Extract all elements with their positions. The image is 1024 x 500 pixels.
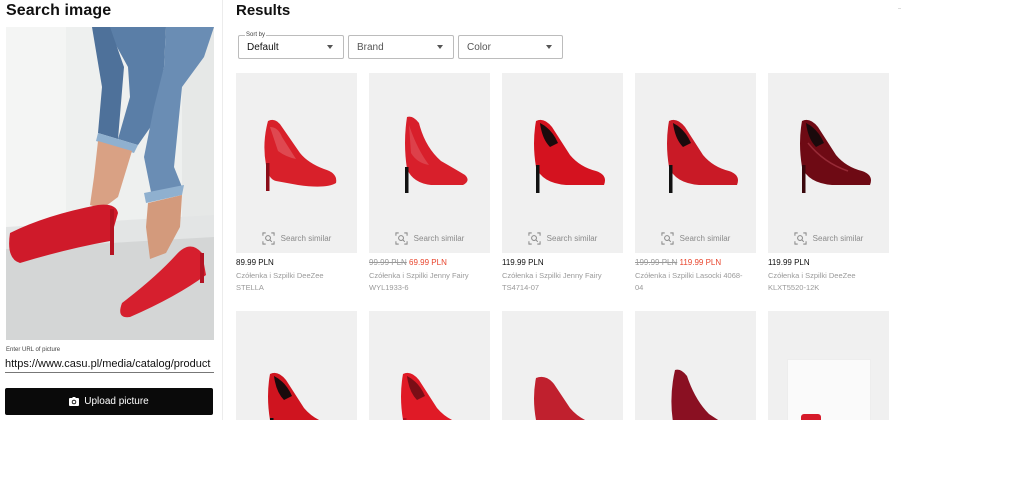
brand-select[interactable]: Brand: [348, 35, 454, 59]
url-label: Enter URL of picture: [6, 347, 61, 353]
product-old-price: 199.99 PLN: [635, 258, 678, 267]
shoe-image: [268, 372, 320, 420]
search-similar-button[interactable]: Search similar: [236, 232, 357, 245]
product-card[interactable]: [768, 311, 889, 420]
product-price: 119.99 PLN: [502, 258, 544, 267]
search-similar-button[interactable]: Search similar: [369, 232, 490, 245]
search-similar-button[interactable]: Search similar: [635, 232, 756, 245]
chevron-down-icon: [437, 45, 443, 49]
product-code: 04: [635, 283, 644, 292]
product-code: STELLA: [236, 283, 264, 292]
chevron-down-icon: [546, 45, 552, 49]
product-image[interactable]: Search similar: [369, 73, 490, 253]
product-card[interactable]: [236, 311, 357, 420]
product-code: WYL1933-6: [369, 283, 409, 292]
scan-search-icon: [262, 232, 275, 245]
product-image[interactable]: [236, 311, 357, 420]
shoe-image: [667, 119, 738, 193]
search-similar-label: Search similar: [280, 234, 332, 243]
chevron-down-icon: [327, 45, 333, 49]
scan-search-icon: [395, 232, 408, 245]
scan-search-icon: [661, 232, 674, 245]
product-image[interactable]: [635, 311, 756, 420]
product-name: Czółenka i Szpilki DeeZee: [236, 271, 324, 280]
sort-by-value: Default: [247, 42, 279, 53]
product-code: TS4714-07: [502, 283, 540, 292]
product-image[interactable]: [369, 311, 490, 420]
product-price: 99.99 PLN 69.99 PLN: [369, 257, 490, 268]
color-placeholder: Color: [467, 42, 491, 53]
product-image[interactable]: Search similar: [502, 73, 623, 253]
scan-search-icon: [528, 232, 541, 245]
product-card[interactable]: [635, 311, 756, 420]
shoe-image: [534, 376, 586, 420]
shoe-image: [264, 119, 337, 191]
product-image[interactable]: Search similar: [236, 73, 357, 253]
product-image[interactable]: [768, 311, 889, 420]
product-image[interactable]: Search similar: [768, 73, 889, 253]
product-card[interactable]: Search similar 99.99 PLN 69.99 PLN Czółe…: [369, 73, 490, 294]
product-card[interactable]: [369, 311, 490, 420]
color-select[interactable]: Color: [458, 35, 563, 59]
product-card[interactable]: Search similar 89.99 PLN Czółenka i Szpi…: [236, 73, 357, 294]
sort-by-legend: Sort by: [245, 31, 267, 39]
upload-picture-label: Upload picture: [84, 396, 149, 407]
product-card[interactable]: Search similar 119.99 PLN Czółenka i Szp…: [768, 73, 889, 294]
upload-picture-button[interactable]: Upload picture: [5, 388, 213, 415]
shoe-image: [800, 119, 871, 193]
shoe-image: [401, 372, 453, 420]
camera-icon: [69, 397, 80, 406]
shoe-image: [671, 369, 719, 420]
product-name: Czółenka i Szpilki DeeZee: [768, 271, 856, 280]
shoe-body: [534, 376, 586, 420]
results-grid: Search similar 89.99 PLN Czółenka i Szpi…: [236, 73, 896, 420]
product-name: Czółenka i Szpilki Jenny Fairy: [369, 271, 469, 280]
product-sale-price: 119.99 PLN: [679, 258, 722, 267]
product-sale-price: 69.99 PLN: [409, 258, 447, 267]
product-old-price: 99.99 PLN: [369, 258, 407, 267]
product-card[interactable]: Search similar 119.99 PLN Czółenka i Szp…: [502, 73, 623, 294]
shoe-image: [801, 414, 821, 420]
shoe-image: [405, 116, 468, 193]
top-right-mark: [898, 8, 901, 9]
sort-by-select[interactable]: Sort by Default: [238, 31, 344, 59]
product-code: KLXT5520-12K: [768, 283, 820, 292]
scan-search-icon: [794, 232, 807, 245]
panel-divider: [222, 0, 223, 420]
product-price: 199.99 PLN 119.99 PLN: [635, 257, 756, 268]
url-input[interactable]: [5, 355, 214, 373]
brand-placeholder: Brand: [357, 42, 384, 53]
product-name: Czółenka i Szpilki Lasocki 4068-: [635, 271, 743, 280]
search-similar-button[interactable]: Search similar: [502, 232, 623, 245]
search-image-panel: Search image Enter URL of picture https:…: [0, 0, 222, 420]
shoe-body: [671, 369, 719, 420]
search-similar-label: Search similar: [812, 234, 864, 243]
search-similar-label: Search similar: [546, 234, 598, 243]
product-photo-placeholder: [787, 359, 871, 420]
product-card[interactable]: Search similar 199.99 PLN 119.99 PLN Czó…: [635, 73, 756, 294]
search-image-title: Search image: [6, 2, 112, 19]
search-similar-label: Search similar: [679, 234, 731, 243]
search-similar-label: Search similar: [413, 234, 465, 243]
product-card[interactable]: [502, 311, 623, 420]
shoe-image: [534, 119, 605, 193]
search-image-photo: [6, 27, 214, 340]
product-price: 119.99 PLN: [768, 258, 810, 267]
product-image[interactable]: Search similar: [635, 73, 756, 253]
product-price: 89.99 PLN: [236, 258, 274, 267]
product-name: Czółenka i Szpilki Jenny Fairy: [502, 271, 602, 280]
results-title: Results: [236, 2, 291, 19]
search-similar-button[interactable]: Search similar: [768, 232, 889, 245]
product-image[interactable]: [502, 311, 623, 420]
